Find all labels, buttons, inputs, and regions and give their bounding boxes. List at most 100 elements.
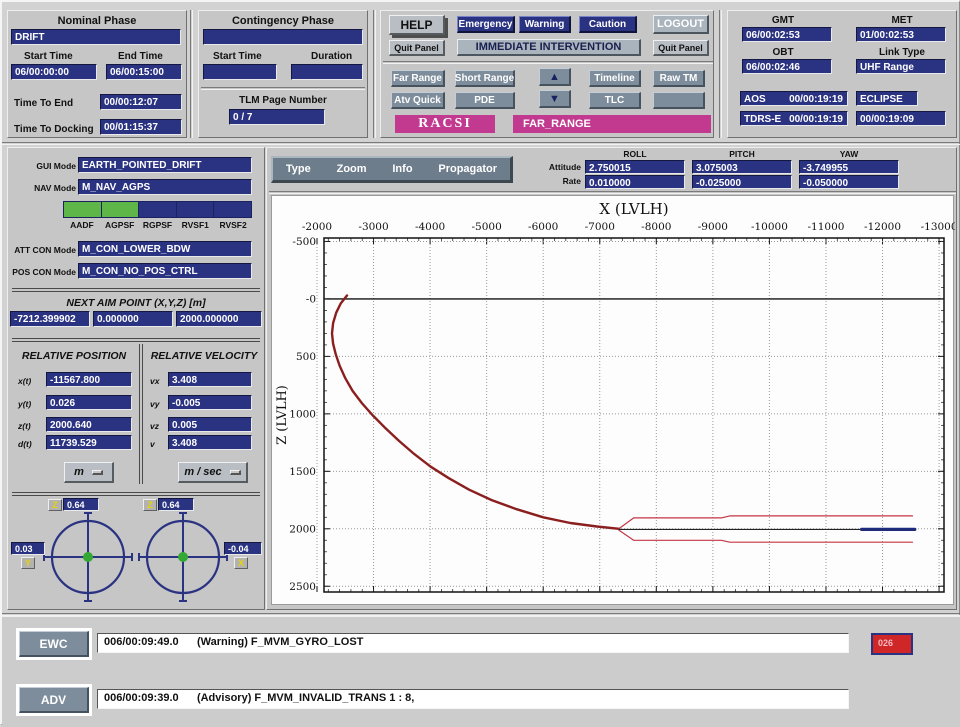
- ewc-count-badge: 026: [871, 633, 913, 655]
- flag-label-rgpsf: RGPSF: [139, 220, 177, 230]
- alarm-nav-panel: HELP Emergency Warning Caution LOGOUT Qu…: [380, 10, 714, 138]
- racsi-main-window: Nominal Phase DRIFT Start Time End Time …: [0, 0, 960, 725]
- time-to-end-label: Time To End: [14, 98, 73, 109]
- gauge-x-value: -0.04: [224, 542, 262, 555]
- flag-rgpsf: [138, 201, 176, 218]
- gmt-label: GMT: [728, 15, 838, 26]
- position-unit-dropdown[interactable]: m: [64, 462, 114, 483]
- velocity-unit-value: m / sec: [184, 466, 221, 478]
- logout-button[interactable]: LOGOUT: [653, 15, 709, 34]
- nav-mode-label: NAV Mode: [8, 183, 76, 193]
- svg-text:X (LVLH): X (LVLH): [599, 200, 668, 218]
- vel-z-label: vz: [150, 421, 159, 431]
- pos-con-mode-value: M_CON_NO_POS_CTRL: [78, 263, 252, 279]
- velocity-unit-dropdown[interactable]: m / sec: [178, 462, 248, 483]
- divider: [373, 10, 376, 138]
- current-mode-banner: FAR_RANGE: [513, 115, 711, 133]
- aos-time: 00/00:19:19: [789, 93, 843, 105]
- help-button[interactable]: HELP: [389, 15, 445, 35]
- aos-label: AOS: [744, 93, 766, 105]
- pos-x-label: x(t): [18, 376, 31, 386]
- divider: [2, 142, 960, 145]
- gauge-z-chip-right: Z: [143, 499, 157, 511]
- trajectory-panel: Type Zoom Info Propagator Attitude Rate …: [266, 147, 957, 610]
- link-type-value: UHF Range: [856, 59, 946, 74]
- far-range-button[interactable]: Far Range: [391, 70, 445, 87]
- next-aim-point-title: NEXT AIM POINT (X,Y,Z) [m]: [8, 297, 264, 309]
- menu-zoom[interactable]: Zoom: [337, 163, 367, 175]
- pitch-rate-value: -0.025000: [692, 175, 792, 189]
- divider: [12, 288, 260, 292]
- atv-quick-button[interactable]: Atv Quick: [391, 92, 445, 109]
- tlc-button[interactable]: TLC: [589, 92, 641, 109]
- pos-y-value: 0.026: [46, 395, 132, 410]
- short-range-button[interactable]: Short Range: [455, 70, 515, 87]
- svg-text:-4000: -4000: [415, 221, 445, 233]
- gauge-z-value-right: 0.64: [158, 498, 194, 511]
- svg-text:-12000: -12000: [864, 221, 901, 233]
- warning-button[interactable]: Warning: [519, 16, 571, 33]
- raw-tm-button[interactable]: Raw TM: [653, 70, 705, 87]
- aim-y-value: 0.000000: [93, 311, 173, 327]
- nominal-start-value: 06/00:00:00: [11, 64, 97, 80]
- quit-panel-left-button[interactable]: Quit Panel: [389, 40, 445, 56]
- blank-button[interactable]: [653, 92, 705, 109]
- gui-mode-label: GUI Mode: [8, 161, 76, 171]
- svg-text:-10000: -10000: [751, 221, 788, 233]
- contingency-start-label: Start Time: [213, 51, 262, 62]
- flag-label-rvsf1: RVSF1: [176, 220, 214, 230]
- adv-button-frame: ADV: [16, 684, 92, 716]
- immediate-intervention-button[interactable]: IMMEDIATE INTERVENTION: [457, 39, 641, 56]
- tlm-page-label: TLM Page Number: [199, 95, 367, 106]
- adv-button[interactable]: ADV: [19, 687, 89, 713]
- gmt-value: 06/00:02:53: [742, 27, 832, 42]
- nominal-start-label: Start Time: [24, 51, 73, 62]
- aos-field: AOS 00/00:19:19: [740, 91, 848, 106]
- pde-button[interactable]: PDE: [455, 92, 515, 109]
- vel-v-label: v: [150, 439, 155, 449]
- app-name-badge: RACSI: [395, 115, 495, 133]
- pos-d-value: 11739.529: [46, 435, 132, 450]
- pos-z-label: z(t): [18, 421, 31, 431]
- roll-header: ROLL: [585, 149, 685, 159]
- ewc-button[interactable]: EWC: [19, 631, 89, 657]
- pitch-header: PITCH: [692, 149, 792, 159]
- svg-text:-3000: -3000: [358, 221, 388, 233]
- svg-text:-6000: -6000: [528, 221, 558, 233]
- met-value: 01/00:02:53: [856, 27, 946, 42]
- emergency-button[interactable]: Emergency: [457, 16, 515, 33]
- guidance-panel: GUI Mode EARTH_POINTED_DRIFT NAV Mode M_…: [7, 147, 265, 610]
- menu-propagator[interactable]: Propagator: [438, 163, 497, 175]
- menu-info[interactable]: Info: [392, 163, 412, 175]
- vel-x-label: vx: [150, 376, 159, 386]
- nav-mode-value: M_NAV_AGPS: [78, 179, 252, 195]
- gauge-dot: [83, 552, 93, 562]
- svg-text:-0: -0: [306, 293, 316, 305]
- contingency-duration-label: Duration: [311, 51, 352, 62]
- svg-text:-5000: -5000: [472, 221, 502, 233]
- divider: [719, 10, 722, 138]
- time-to-end-value: 00/00:12:07: [100, 94, 182, 110]
- page-up-button[interactable]: ▲: [539, 68, 571, 86]
- svg-text:2000: 2000: [289, 523, 316, 535]
- quit-panel-right-button[interactable]: Quit Panel: [653, 40, 709, 56]
- vel-x-value: 3.408: [168, 372, 252, 387]
- page-down-button[interactable]: ▼: [539, 90, 571, 108]
- contingency-phase-value: [203, 29, 363, 45]
- menu-type[interactable]: Type: [286, 163, 311, 175]
- caution-button[interactable]: Caution: [579, 16, 637, 33]
- attitude-row-label: Attitude: [513, 162, 581, 172]
- divider: [12, 338, 260, 342]
- ewc-message-field: 006/00:09:49.0 (Warning) F_MVM_GYRO_LOST: [97, 633, 849, 653]
- svg-text:-11000: -11000: [807, 221, 844, 233]
- time-panel: GMT MET 06/00:02:53 01/00:02:53 OBT Link…: [727, 10, 957, 138]
- link-type-label: Link Type: [848, 47, 956, 58]
- tdrs-field: TDRS-E00/00:19:19: [740, 111, 848, 126]
- time-to-docking-label: Time To Docking: [14, 124, 94, 135]
- contingency-phase-title: Contingency Phase: [199, 15, 367, 27]
- divider: [383, 61, 713, 64]
- timeline-button[interactable]: Timeline: [589, 70, 641, 87]
- contingency-phase-panel: Contingency Phase Start Time Duration TL…: [198, 10, 368, 138]
- contingency-duration-value: [291, 64, 363, 80]
- up-arrow-icon: ▲: [549, 71, 560, 83]
